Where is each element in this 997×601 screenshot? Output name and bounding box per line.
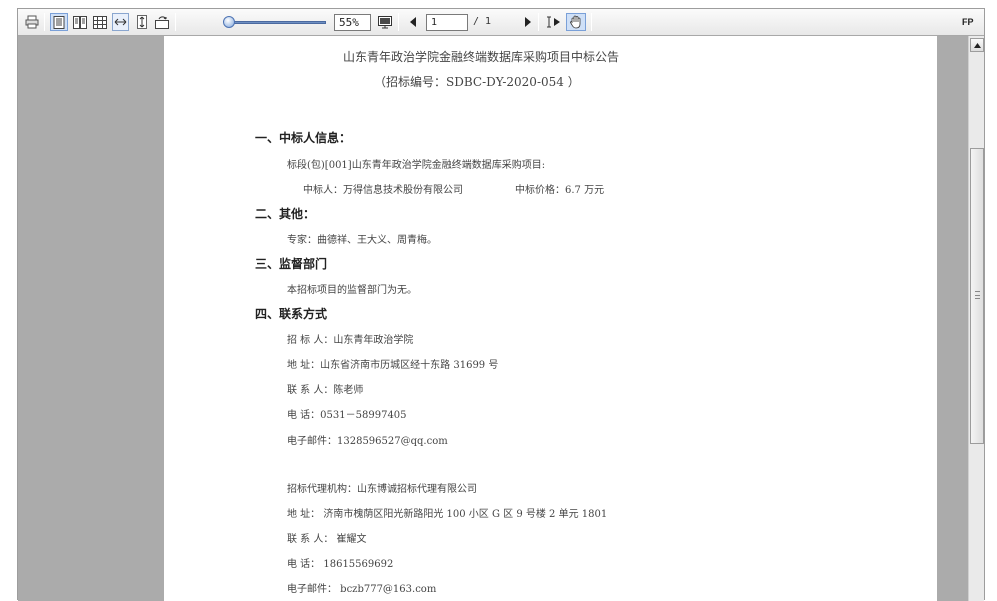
- contact-phone: 电 话：0531－58997405: [287, 410, 407, 421]
- section2-line1: 专家：曲德祥、王大义、周青梅。: [287, 235, 437, 246]
- previous-page-icon[interactable]: [406, 13, 420, 31]
- hand-tool-icon[interactable]: [566, 13, 586, 31]
- next-page-icon[interactable]: [521, 13, 535, 31]
- contact-email: 电子邮件：1328596527@qq.com: [287, 436, 448, 447]
- fit-width-icon[interactable]: [112, 13, 129, 31]
- fp-label: FP: [962, 17, 974, 27]
- section4-heading: 四、联系方式: [255, 307, 328, 321]
- pdf-viewer: 55% 1 / 1 FP 山东青年政治学院金融终端数据库采购项目中标公告 （招标…: [17, 8, 985, 601]
- page-number-input[interactable]: 1: [426, 14, 468, 31]
- page-total: / 1: [473, 16, 492, 27]
- contact-tenderer: 招 标 人：山东青年政治学院: [287, 335, 414, 346]
- toolbar-separator: [538, 13, 539, 31]
- section1-heading: 一、中标人信息：: [255, 131, 352, 145]
- scrollbar-grip-icon: [975, 291, 980, 299]
- document-page: 山东青年政治学院金融终端数据库采购项目中标公告 （招标编号：SDBC-DY-20…: [164, 36, 937, 601]
- scrollbar-thumb[interactable]: [970, 148, 984, 444]
- toolbar-separator: [44, 13, 45, 31]
- agency-email: 电子邮件： bczb777@163.com: [287, 584, 437, 595]
- vertical-scrollbar[interactable]: [968, 36, 984, 601]
- toolbar-separator: [175, 13, 176, 31]
- contact-address: 地 址：山东省济南市历城区经十东路 31699 号: [287, 360, 499, 371]
- toolbar-separator: [398, 13, 399, 31]
- thumbnail-grid-icon[interactable]: [92, 13, 108, 31]
- fullscreen-monitor-icon[interactable]: [376, 13, 394, 31]
- document-subtitle: （招标编号：SDBC-DY-2020-054 ）: [374, 75, 580, 89]
- scroll-up-arrow-icon[interactable]: [970, 38, 984, 52]
- document-area[interactable]: 山东青年政治学院金融终端数据库采购项目中标公告 （招标编号：SDBC-DY-20…: [18, 36, 968, 601]
- section3-line1: 本招标项目的监督部门为无。: [287, 285, 417, 296]
- rotate-page-icon[interactable]: [154, 13, 170, 31]
- section3-heading: 三、监督部门: [255, 257, 328, 271]
- section2-heading: 二、其他：: [255, 207, 316, 221]
- contact-person: 联 系 人：陈老师: [287, 385, 364, 396]
- single-page-view-icon[interactable]: [50, 13, 68, 31]
- print-icon[interactable]: [24, 13, 40, 31]
- fit-height-icon[interactable]: [134, 13, 149, 31]
- zoom-level-input[interactable]: 55%: [334, 14, 371, 31]
- text-select-icon[interactable]: [544, 13, 564, 31]
- zoom-slider-thumb[interactable]: [223, 16, 235, 28]
- section1-line1: 标段(包)[001]山东青年政治学院金融终端数据库采购项目:: [287, 160, 546, 171]
- section1-price: 中标价格：6.7 万元: [515, 185, 605, 196]
- pdf-viewer-frame: 55% 1 / 1 FP 山东青年政治学院金融终端数据库采购项目中标公告 （招标…: [0, 0, 997, 601]
- agency-person: 联 系 人： 崔耀文: [287, 534, 367, 545]
- two-page-view-icon[interactable]: [72, 13, 88, 31]
- agency-address: 地 址： 济南市槐荫区阳光新路阳光 100 小区 G 区 9 号楼 2 单元 1…: [287, 509, 608, 520]
- toolbar: 55% 1 / 1 FP: [18, 9, 984, 36]
- document-title: 山东青年政治学院金融终端数据库采购项目中标公告: [343, 50, 620, 64]
- toolbar-separator: [591, 13, 592, 31]
- section1-winner: 中标人：万得信息技术股份有限公司: [303, 185, 463, 196]
- agency-phone: 电 话： 18615569692: [287, 559, 394, 570]
- zoom-slider-track[interactable]: [230, 21, 326, 24]
- agency-name: 招标代理机构：山东博诚招标代理有限公司: [287, 484, 477, 495]
